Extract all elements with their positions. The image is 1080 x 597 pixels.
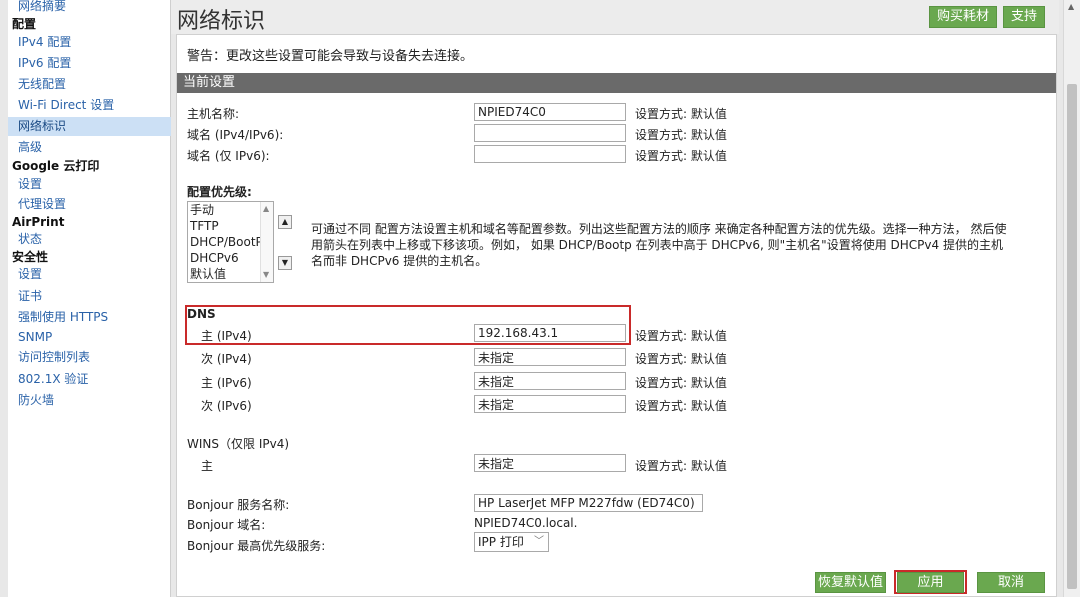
domain-ipv6-label: 域名 (仅 IPv6):: [187, 149, 270, 163]
sidebar-item-ipv6-config[interactable]: IPv6 配置: [8, 54, 171, 73]
chevron-down-icon: ﹀: [534, 536, 544, 547]
sidebar-item-network-identification[interactable]: 网络标识: [8, 117, 171, 136]
hostname-method: 设置方式: 默认值: [635, 107, 727, 121]
listbox-scrollbar[interactable]: ▲ ▼: [260, 202, 273, 282]
restore-defaults-button[interactable]: 恢复默认值: [815, 572, 886, 593]
sidebar-item-snmp[interactable]: SNMP: [8, 328, 171, 347]
sidebar-item-gcp-settings[interactable]: 设置: [8, 175, 171, 194]
support-button[interactable]: 支持: [1003, 6, 1045, 28]
page-scrollbar[interactable]: ▲: [1063, 0, 1080, 597]
priority-description: 可通过不同 配置方法设置主机和域名等配置参数。列出这些配置方法的顺序 来确定各种…: [311, 222, 1007, 268]
wins-primary-input[interactable]: [474, 454, 626, 472]
page-header: 网络标识 购买耗材 支持: [171, 0, 1059, 34]
wins-label: WINS（仅限 IPv4): [187, 437, 290, 451]
hostname-input[interactable]: [474, 103, 626, 121]
config-priority-label: 配置优先级:: [187, 185, 252, 199]
dns-primary-ipv6-input[interactable]: [474, 372, 626, 390]
bonjour-name-input[interactable]: [474, 494, 703, 512]
cancel-button[interactable]: 取消: [977, 572, 1045, 593]
dns-primary-ipv6-label: 主 (IPv6): [201, 376, 252, 390]
bonjour-domain-label: Bonjour 域名:: [187, 518, 266, 532]
dns-primary-ipv4-method: 设置方式: 默认值: [635, 329, 727, 343]
sidebar-item-enforce-https[interactable]: 强制使用 HTTPS: [8, 308, 171, 327]
apply-button[interactable]: 应用: [897, 572, 964, 593]
dns-primary-ipv6-method: 设置方式: 默认值: [635, 376, 727, 390]
sidebar-item-ipv4-config[interactable]: IPv4 配置: [8, 33, 171, 52]
sidebar-item-access-control-list[interactable]: 访问控制列表: [8, 348, 171, 367]
dns-secondary-ipv4-method: 设置方式: 默认值: [635, 352, 727, 366]
sidebar-heading-airprint: AirPrint: [12, 215, 65, 229]
sidebar-heading-config: 配置: [12, 17, 37, 31]
domain-label: 域名 (IPv4/IPv6):: [187, 128, 284, 142]
hostname-label: 主机名称:: [187, 107, 240, 121]
domain-input[interactable]: [474, 124, 626, 142]
sidebar-item-network-summary[interactable]: 网络摘要: [8, 0, 171, 16]
dns-secondary-ipv6-label: 次 (IPv6): [201, 399, 252, 413]
sidebar: 网络摘要 配置 IPv4 配置 IPv6 配置 无线配置 Wi-Fi Direc…: [8, 0, 171, 597]
sidebar-item-airprint-status[interactable]: 状态: [8, 230, 171, 249]
bonjour-domain-value: NPIED74C0.local.: [474, 516, 578, 530]
sidebar-item-advanced[interactable]: 高级: [8, 138, 171, 157]
dns-label: DNS: [187, 307, 216, 321]
domain-method: 设置方式: 默认值: [635, 128, 727, 142]
page-title: 网络标识: [177, 9, 266, 34]
dns-primary-ipv4-input[interactable]: [474, 324, 626, 342]
bonjour-priority-select[interactable]: IPP 打印 ﹀: [474, 532, 549, 552]
dns-secondary-ipv6-method: 设置方式: 默认值: [635, 399, 727, 413]
dns-primary-ipv4-label: 主 (IPv4): [201, 329, 252, 343]
wins-primary-label: 主: [201, 459, 214, 473]
sidebar-item-wifi-direct[interactable]: Wi-Fi Direct 设置: [8, 96, 171, 115]
sidebar-item-proxy-settings[interactable]: 代理设置: [8, 195, 171, 214]
move-down-button[interactable]: ▼: [278, 256, 292, 270]
sidebar-item-certificates[interactable]: 证书: [8, 287, 171, 306]
dns-secondary-ipv4-input[interactable]: [474, 348, 626, 366]
bonjour-priority-value: IPP 打印: [478, 535, 524, 549]
wins-primary-method: 设置方式: 默认值: [635, 459, 727, 473]
sidebar-item-8021x-auth[interactable]: 802.1X 验证: [8, 370, 171, 389]
sidebar-item-firewall[interactable]: 防火墙: [8, 391, 171, 410]
warning-text: 警告：更改这些设置可能会导致与设备失去连接。: [187, 49, 474, 64]
domain-ipv6-input[interactable]: [474, 145, 626, 163]
chevron-down-icon[interactable]: ▼: [263, 270, 269, 279]
sidebar-heading-google-cloud-print: Google 云打印: [12, 159, 100, 173]
bonjour-name-label: Bonjour 服务名称:: [187, 498, 290, 512]
config-priority-listbox[interactable]: 手动 TFTP DHCP/BootP DHCPv6 默认值 ▲ ▼: [187, 201, 274, 283]
domain-ipv6-method: 设置方式: 默认值: [635, 149, 727, 163]
dns-secondary-ipv6-input[interactable]: [474, 395, 626, 413]
dns-secondary-ipv4-label: 次 (IPv4): [201, 352, 252, 366]
chevron-up-icon[interactable]: ▲: [1068, 2, 1074, 11]
bonjour-priority-label: Bonjour 最高优先级服务:: [187, 539, 326, 553]
buy-supplies-button[interactable]: 购买耗材: [929, 6, 997, 28]
sidebar-heading-security: 安全性: [12, 250, 49, 264]
chevron-up-icon[interactable]: ▲: [263, 204, 269, 213]
sidebar-item-security-settings[interactable]: 设置: [8, 265, 171, 284]
sidebar-item-wireless-config[interactable]: 无线配置: [8, 75, 171, 94]
main-panel: 警告：更改这些设置可能会导致与设备失去连接。 当前设置 主机名称: 设置方式: …: [176, 34, 1057, 597]
move-up-button[interactable]: ▲: [278, 215, 292, 229]
section-title-current-settings: 当前设置: [177, 73, 1056, 93]
scrollbar-thumb[interactable]: [1067, 84, 1077, 589]
